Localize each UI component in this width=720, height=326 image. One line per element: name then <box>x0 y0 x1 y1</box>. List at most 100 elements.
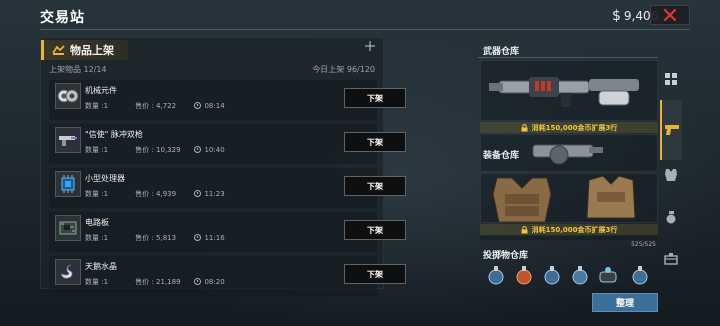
grenade-launcher-icon <box>532 144 603 165</box>
equipment-slot[interactable] <box>480 173 658 223</box>
side-tab-weapons[interactable] <box>660 100 682 160</box>
side-tab-throwables[interactable] <box>660 206 682 228</box>
listing-tab[interactable]: 物品上架 <box>41 40 128 60</box>
listed-count: 上架物品 12/14 <box>49 65 107 74</box>
item-time: 11:16 <box>204 234 225 242</box>
storage-side-tabs <box>660 60 684 290</box>
mechanical-part-icon <box>57 89 79 103</box>
item-time: 10:40 <box>204 146 225 154</box>
item-quantity: 数量 :1 <box>85 102 109 110</box>
delist-button[interactable]: 下架 <box>344 264 406 284</box>
vest-icon <box>665 169 677 181</box>
item-time: 08:20 <box>204 278 225 286</box>
grenade-icon <box>666 211 676 224</box>
grenade-icon[interactable] <box>630 264 650 286</box>
currency-symbol: $ <box>612 8 621 24</box>
circuit-board-icon <box>59 221 77 235</box>
equipment-slot-strip <box>480 236 658 240</box>
grenade-icon[interactable] <box>542 264 562 286</box>
item-price: 售价 : 10,329 <box>135 146 181 154</box>
item-name: 小型处理器 <box>85 174 125 183</box>
listing-row: 天鹅水晶 数量 :1 售价 : 21,189 08:20 下架 <box>49 256 406 296</box>
item-meta: 数量 :1 售价 : 4,722 08:14 <box>85 101 225 111</box>
clock-icon <box>194 234 202 241</box>
listing-list: 机械元件 数量 :1 售价 : 4,722 08:14 下架 "信使" 脉冲双枪… <box>49 80 406 300</box>
item-time: 11:23 <box>204 190 225 198</box>
side-tab-grid[interactable] <box>660 68 682 90</box>
item-quantity: 数量 :1 <box>85 234 109 242</box>
page-title: 交易站 <box>40 10 85 26</box>
item-meta: 数量 :1 售价 : 21,189 08:20 <box>85 277 225 287</box>
shotgun-icon <box>489 77 639 107</box>
item-quantity: 数量 :1 <box>85 278 109 286</box>
swan-crystal-icon <box>61 264 73 279</box>
weapon-unlock-text: 消耗150,000金币扩展3行 <box>531 123 618 132</box>
plus-icon <box>365 41 375 51</box>
item-thumbnail <box>55 259 81 285</box>
delist-button[interactable]: 下架 <box>344 132 406 152</box>
weapon-storage-title: 武器仓库 <box>483 47 520 57</box>
item-meta: 数量 :1 售价 : 10,329 10:40 <box>85 145 225 155</box>
delist-button[interactable]: 下架 <box>344 88 406 108</box>
item-time: 08:14 <box>204 102 225 110</box>
sell-tag-icon <box>52 45 65 55</box>
today-count: 今日上架 96/120 <box>312 65 375 74</box>
listing-stats: 上架物品 12/14 今日上架 96/120 <box>49 64 375 78</box>
item-price: 售价 : 4,939 <box>135 190 177 198</box>
grid-icon <box>665 73 677 85</box>
lock-icon <box>521 123 528 131</box>
side-tab-misc[interactable] <box>660 248 682 270</box>
backpack-icon <box>586 175 636 219</box>
top-bar: 交易站 $9,406 <box>0 0 720 32</box>
item-thumbnail <box>55 127 81 153</box>
title-divider <box>40 29 690 30</box>
weapon-unlock-bar[interactable]: 消耗150,000金币扩展3行 <box>480 122 658 133</box>
mine-icon[interactable] <box>598 264 618 286</box>
grenade-icon[interactable] <box>570 264 590 286</box>
listing-row: 小型处理器 数量 :1 售价 : 4,939 11:23 下架 <box>49 168 406 208</box>
weapon-storage-divider <box>478 57 658 58</box>
item-name: 电路板 <box>85 218 109 227</box>
item-name: 机械元件 <box>85 86 117 95</box>
listing-row: 机械元件 数量 :1 售价 : 4,722 08:14 下架 <box>49 80 406 120</box>
listing-header: 物品上架 <box>41 38 383 60</box>
processor-icon <box>61 175 75 193</box>
listing-row: 电路板 数量 :1 售价 : 5,813 11:16 下架 <box>49 212 406 252</box>
weapon-slot[interactable] <box>480 60 658 121</box>
equipment-unlock-bar[interactable]: 消耗150,000金币扩展3行 <box>480 224 658 235</box>
item-thumbnail <box>55 171 81 197</box>
item-price: 售价 : 4,722 <box>135 102 177 110</box>
item-meta: 数量 :1 售价 : 4,939 11:23 <box>85 189 225 199</box>
throwable-slots <box>480 260 658 290</box>
clock-icon <box>194 278 202 285</box>
side-tab-equipment[interactable] <box>660 164 682 186</box>
item-thumbnail <box>55 215 81 241</box>
item-price: 售价 : 5,813 <box>135 234 177 242</box>
item-quantity: 数量 :1 <box>85 190 109 198</box>
listing-row: "信使" 脉冲双枪 数量 :1 售价 : 10,329 10:40 下架 <box>49 124 406 164</box>
equipment-unlock-text: 消耗150,000金币扩展3行 <box>531 225 618 234</box>
pistol-icon <box>665 125 679 135</box>
armor-vest-icon <box>492 177 552 223</box>
listing-tab-label: 物品上架 <box>70 44 114 57</box>
equipment-storage-title: 装备仓库 <box>483 151 520 161</box>
item-thumbnail <box>55 83 81 109</box>
delist-button[interactable]: 下架 <box>344 220 406 240</box>
item-name: 天鹅水晶 <box>85 262 117 271</box>
item-price: 售价 : 21,189 <box>135 278 181 286</box>
item-meta: 数量 :1 售价 : 5,813 11:16 <box>85 233 225 243</box>
grenade-icon[interactable] <box>514 264 534 286</box>
pulse-pistol-icon <box>59 136 77 146</box>
grenade-icon[interactable] <box>486 264 506 286</box>
lock-icon <box>521 225 528 233</box>
close-button[interactable] <box>650 5 690 25</box>
storage-panel: 武器仓库 消耗150,000金币扩展3行 装备仓库 消耗150,000金币扩展3… <box>475 37 658 290</box>
clock-icon <box>194 190 202 197</box>
crate-icon <box>664 253 678 265</box>
clock-icon <box>194 102 202 109</box>
clock-icon <box>194 146 202 153</box>
item-quantity: 数量 :1 <box>85 146 109 154</box>
delist-button[interactable]: 下架 <box>344 176 406 196</box>
listing-panel: 物品上架 上架物品 12/14 今日上架 96/120 机械元件 数量 :1 售… <box>40 37 406 296</box>
sort-button[interactable]: 整理 <box>592 293 658 312</box>
